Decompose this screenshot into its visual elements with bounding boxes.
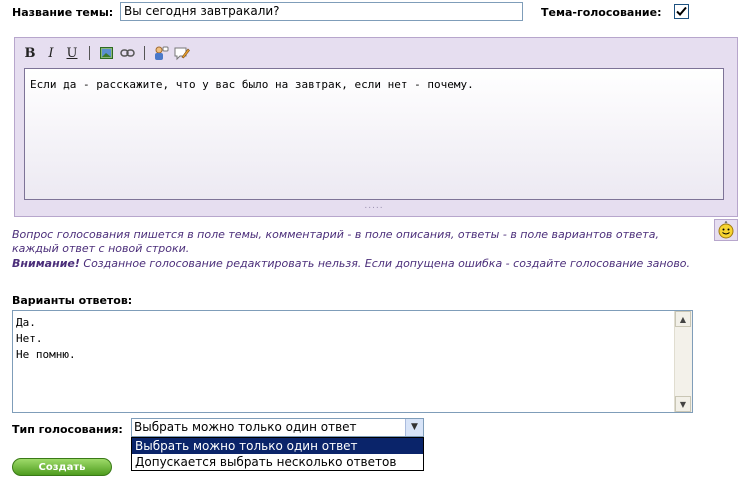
answers-scrollbar[interactable]: ▲ ▼: [674, 311, 692, 412]
vote-type-label: Тип голосования:: [12, 423, 123, 436]
chevron-down-icon[interactable]: ▼: [405, 419, 423, 436]
editor-toolbar: B I U: [22, 44, 195, 62]
checkmark-icon: [676, 6, 687, 16]
vote-type-option-single[interactable]: Выбрать можно только один ответ: [132, 438, 423, 454]
bold-button[interactable]: B: [22, 45, 38, 61]
poll-warning-text: Внимание! Созданное голосование редактир…: [12, 257, 702, 271]
answers-text: Да. Нет. Не помню.: [16, 316, 76, 361]
vote-type-select[interactable]: Выбрать можно только один ответ ▼: [131, 418, 424, 437]
smiley-button[interactable]: [714, 219, 738, 241]
italic-button[interactable]: I: [43, 45, 59, 61]
poll-checkbox[interactable]: [674, 4, 689, 19]
smiley-icon: [718, 221, 734, 239]
warning-body: Созданное голосование редактировать нель…: [79, 257, 691, 270]
scroll-up-arrow-icon[interactable]: ▲: [675, 311, 691, 327]
underline-button[interactable]: U: [64, 45, 80, 61]
edit-comment-icon[interactable]: [174, 45, 190, 61]
create-button[interactable]: Создать: [12, 458, 112, 476]
toolbar-separator: [89, 46, 90, 60]
toolbar-separator: [144, 46, 145, 60]
title-label: Название темы:: [12, 6, 114, 19]
link-icon[interactable]: [119, 45, 135, 61]
vote-type-selected: Выбрать можно только один ответ: [134, 420, 357, 434]
title-input[interactable]: Вы сегодня завтракали?: [120, 2, 523, 21]
image-icon[interactable]: [98, 45, 114, 61]
answers-label: Варианты ответов:: [12, 294, 133, 307]
editor-resize-handle[interactable]: .....: [24, 200, 724, 211]
answers-textarea[interactable]: Да. Нет. Не помню. ▲ ▼: [12, 310, 693, 413]
poll-hint-text: Вопрос голосования пишется в поле темы, …: [12, 228, 659, 255]
editor-textarea[interactable]: Если да - расскажите, что у вас было на …: [24, 68, 724, 200]
warning-strong: Внимание!: [12, 257, 80, 270]
vote-type-dropdown: Выбрать можно только один ответ Допускае…: [131, 437, 424, 471]
user-quote-icon[interactable]: [153, 45, 169, 61]
vote-type-option-multiple[interactable]: Допускается выбрать несколько ответов: [132, 454, 423, 470]
scroll-down-arrow-icon[interactable]: ▼: [675, 396, 691, 412]
poll-label: Тема-голосование:: [541, 6, 662, 19]
